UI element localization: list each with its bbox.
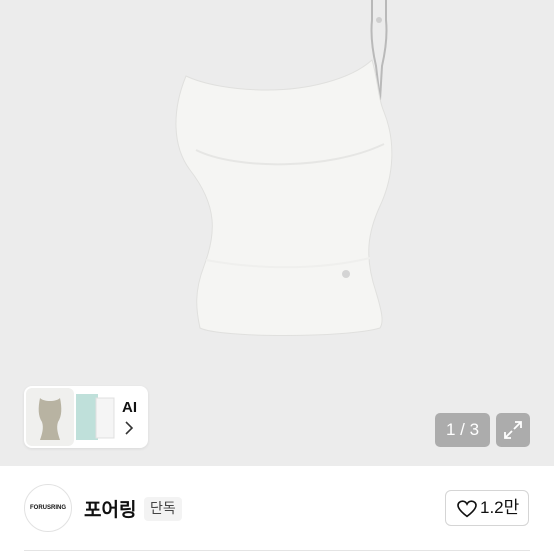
ai-label: AI (122, 399, 137, 416)
exclusive-badge: 단독 (144, 497, 182, 521)
brand-logo[interactable]: FORUSRING (24, 484, 72, 532)
expand-icon (504, 421, 522, 439)
divider (24, 550, 530, 551)
like-button[interactable]: 1.2만 (445, 490, 529, 526)
heart-outline-icon (457, 500, 477, 518)
image-counter: 1 / 3 (435, 413, 490, 447)
chevron-right-icon (125, 421, 134, 435)
brand-name[interactable]: 포어링 (84, 495, 136, 522)
like-count: 1.2만 (480, 498, 520, 517)
ai-recommend-card[interactable] (24, 386, 148, 448)
expand-button[interactable] (496, 413, 530, 447)
ai-thumbnail (26, 388, 115, 446)
